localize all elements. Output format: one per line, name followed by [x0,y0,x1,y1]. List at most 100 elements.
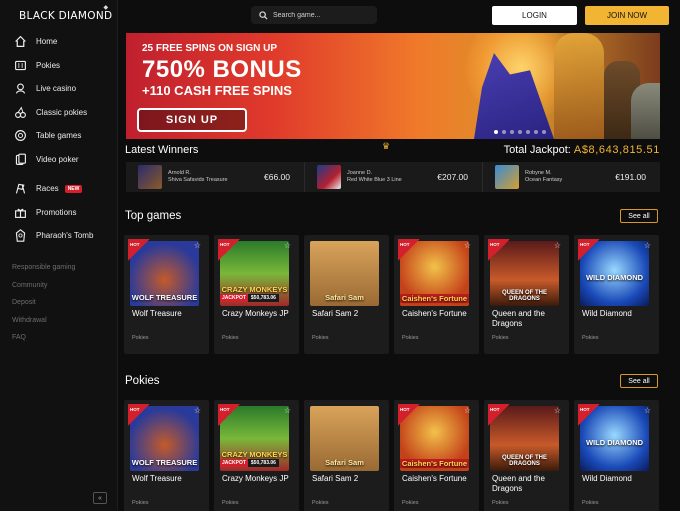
game-art-title: Safari Sam [325,293,364,302]
game-card-queen-and-the-dragons[interactable]: QUEEN OF THE DRAGONS HOT ☆ Queen and the… [484,400,569,511]
slot-machine-icon [13,58,27,72]
favorite-star-icon[interactable]: ☆ [284,406,291,415]
top-games-see-all-button[interactable]: See all [620,209,658,223]
winner-game: Red White Blue 3 Line [347,177,402,183]
deposit-link[interactable]: Deposit [12,294,75,312]
pokies-see-all-button[interactable]: See all [620,374,658,388]
game-art-title: CRAZY MONKEYS [221,285,288,294]
carousel-dot[interactable] [518,130,522,134]
carousel-dot[interactable] [510,130,514,134]
sidebar-item-video-poker[interactable]: Video poker [0,148,118,172]
sidebar-item-promotions[interactable]: Promotions [0,201,118,225]
home-icon [13,35,27,49]
game-card-caishens-fortune[interactable]: Caishen's Fortune HOT ☆ Caishen's Fortun… [394,235,479,354]
game-name: Caishen's Fortune [402,309,467,318]
responsible-gaming-link[interactable]: Responsible gaming [12,259,75,277]
brand-name: BLACK DIAMOND [19,10,113,22]
winner-item[interactable]: Robyne M. Ocean Fantasy €191.00 [482,162,660,192]
game-card-caishens-fortune[interactable]: Caishen's Fortune HOT ☆ Caishen's Fortun… [394,400,479,511]
withdrawal-link[interactable]: Withdrawal [12,312,75,330]
game-card-crazy-monkeys-jp[interactable]: CRAZY MONKEYS HOT ☆ JACKPOT $50,783.06 Cr… [214,235,299,354]
favorite-star-icon[interactable]: ☆ [554,406,561,415]
hot-badge: HOT [398,239,420,261]
search-icon [259,10,268,20]
favorite-star-icon[interactable]: ☆ [464,241,471,250]
login-button[interactable]: LOGIN [492,6,577,25]
game-art-title: WOLF TREASURE [131,293,198,302]
sidebar-item-pokies[interactable]: Pokies [0,54,118,78]
hot-badge: HOT [218,239,240,261]
game-card-wild-diamond[interactable]: WILD DIAMOND HOT ☆ Wild Diamond Pokies [574,235,659,354]
carousel-dot[interactable] [494,130,498,134]
jackpot-tag-value: $50,783.06 [247,459,279,467]
carousel-dot[interactable] [542,130,546,134]
live-dealer-icon [13,82,27,96]
winner-game: Ocean Fantasy [525,177,563,183]
winner-item[interactable]: Arnold R. Shiva Safavids Treasure €66.00 [126,162,304,192]
game-art-title: WOLF TREASURE [131,458,198,467]
jackpot-label: Total Jackpot: [503,144,571,156]
favorite-star-icon[interactable]: ☆ [644,406,651,415]
search-input[interactable] [273,11,373,19]
game-card-safari-sam-2[interactable]: Safari Sam Safari Sam 2 Pokies [304,235,389,354]
game-art-title: Caishen's Fortune [400,459,469,468]
brand-logo[interactable]: BLACK DIAMOND ◆ [19,4,113,22]
hot-badge: HOT [128,239,150,261]
sidebar-item-table-games[interactable]: Table games [0,124,118,148]
favorite-star-icon[interactable]: ☆ [554,241,561,250]
game-category: Pokies [492,500,509,506]
game-name: Wild Diamond [582,474,632,483]
search-box[interactable] [251,6,377,24]
favorite-star-icon[interactable]: ☆ [644,241,651,250]
winner-amount: €66.00 [264,172,290,182]
promo-banner[interactable]: 25 FREE SPINS ON SIGN UP 750% BONUS +110… [126,33,660,139]
favorite-star-icon[interactable]: ☆ [194,241,201,250]
banner-cash-spins-text: +110 CASH FREE SPINS [142,83,292,98]
favorite-star-icon[interactable]: ☆ [464,406,471,415]
latest-winners-title: Latest Winners [125,144,199,156]
game-card-wolf-treasure[interactable]: WOLF TREASURE HOT ☆ Wolf Treasure Pokies [124,400,209,511]
carousel-dot[interactable] [534,130,538,134]
pharaoh-icon [13,229,27,243]
new-badge: NEW [64,184,83,193]
game-thumbnail: Safari Sam [310,241,379,306]
favorite-star-icon[interactable]: ☆ [194,406,201,415]
sidebar-item-classic-pokies[interactable]: Classic pokies [0,101,118,125]
game-card-safari-sam-2[interactable]: Safari Sam Safari Sam 2 Pokies [304,400,389,511]
sidebar-item-label: Table games [36,131,82,141]
faq-link[interactable]: FAQ [12,329,75,347]
winner-game-thumbnail [495,165,519,189]
winner-item[interactable]: Joanne D. Red White Blue 3 Line €207.00 [304,162,482,192]
game-category: Pokies [582,500,599,506]
total-jackpot: Total Jackpot: A$8,643,815.51 [504,144,660,156]
sidebar-item-label: Pokies [36,60,61,70]
cards-icon [13,152,27,166]
game-card-wolf-treasure[interactable]: WOLF TREASURE HOT ☆ Wolf Treasure Pokies [124,235,209,354]
jackpot-amount: A$8,643,815.51 [573,144,660,156]
hot-badge: HOT [218,404,240,426]
sidebar: BLACK DIAMOND ◆ Home Pokies Live casino … [0,0,118,511]
winner-amount: €207.00 [437,172,468,182]
game-category: Pokies [582,335,599,341]
sidebar-item-home[interactable]: Home [0,30,118,54]
community-link[interactable]: Community [12,277,75,295]
game-card-queen-and-the-dragons[interactable]: QUEEN OF THE DRAGONS HOT ☆ Queen and the… [484,235,569,354]
sidebar-item-live-casino[interactable]: Live casino [0,77,118,101]
game-category: Pokies [402,335,419,341]
game-card-crazy-monkeys-jp[interactable]: CRAZY MONKEYS HOT ☆ JACKPOT $50,783.06 Cr… [214,400,299,511]
game-card-wild-diamond[interactable]: WILD DIAMOND HOT ☆ Wild Diamond Pokies [574,400,659,511]
carousel-dot[interactable] [526,130,530,134]
join-now-button[interactable]: JOIN NOW [585,6,669,25]
winner-name: Robyne M. [525,170,552,176]
sidebar-item-races[interactable]: Races NEW [0,177,118,201]
game-category: Pokies [132,335,149,341]
carousel-dot[interactable] [502,130,506,134]
favorite-star-icon[interactable]: ☆ [284,241,291,250]
sign-up-button[interactable]: SIGN UP [137,108,247,132]
sidebar-item-pharaohs-tomb[interactable]: Pharaoh's Tomb [0,224,118,248]
sidebar-item-label: Home [36,37,58,47]
banner-free-spins-text: 25 FREE SPINS ON SIGN UP [142,43,278,54]
hot-badge: HOT [578,404,600,426]
collapse-sidebar-button[interactable]: « [93,492,107,504]
game-category: Pokies [312,335,329,341]
